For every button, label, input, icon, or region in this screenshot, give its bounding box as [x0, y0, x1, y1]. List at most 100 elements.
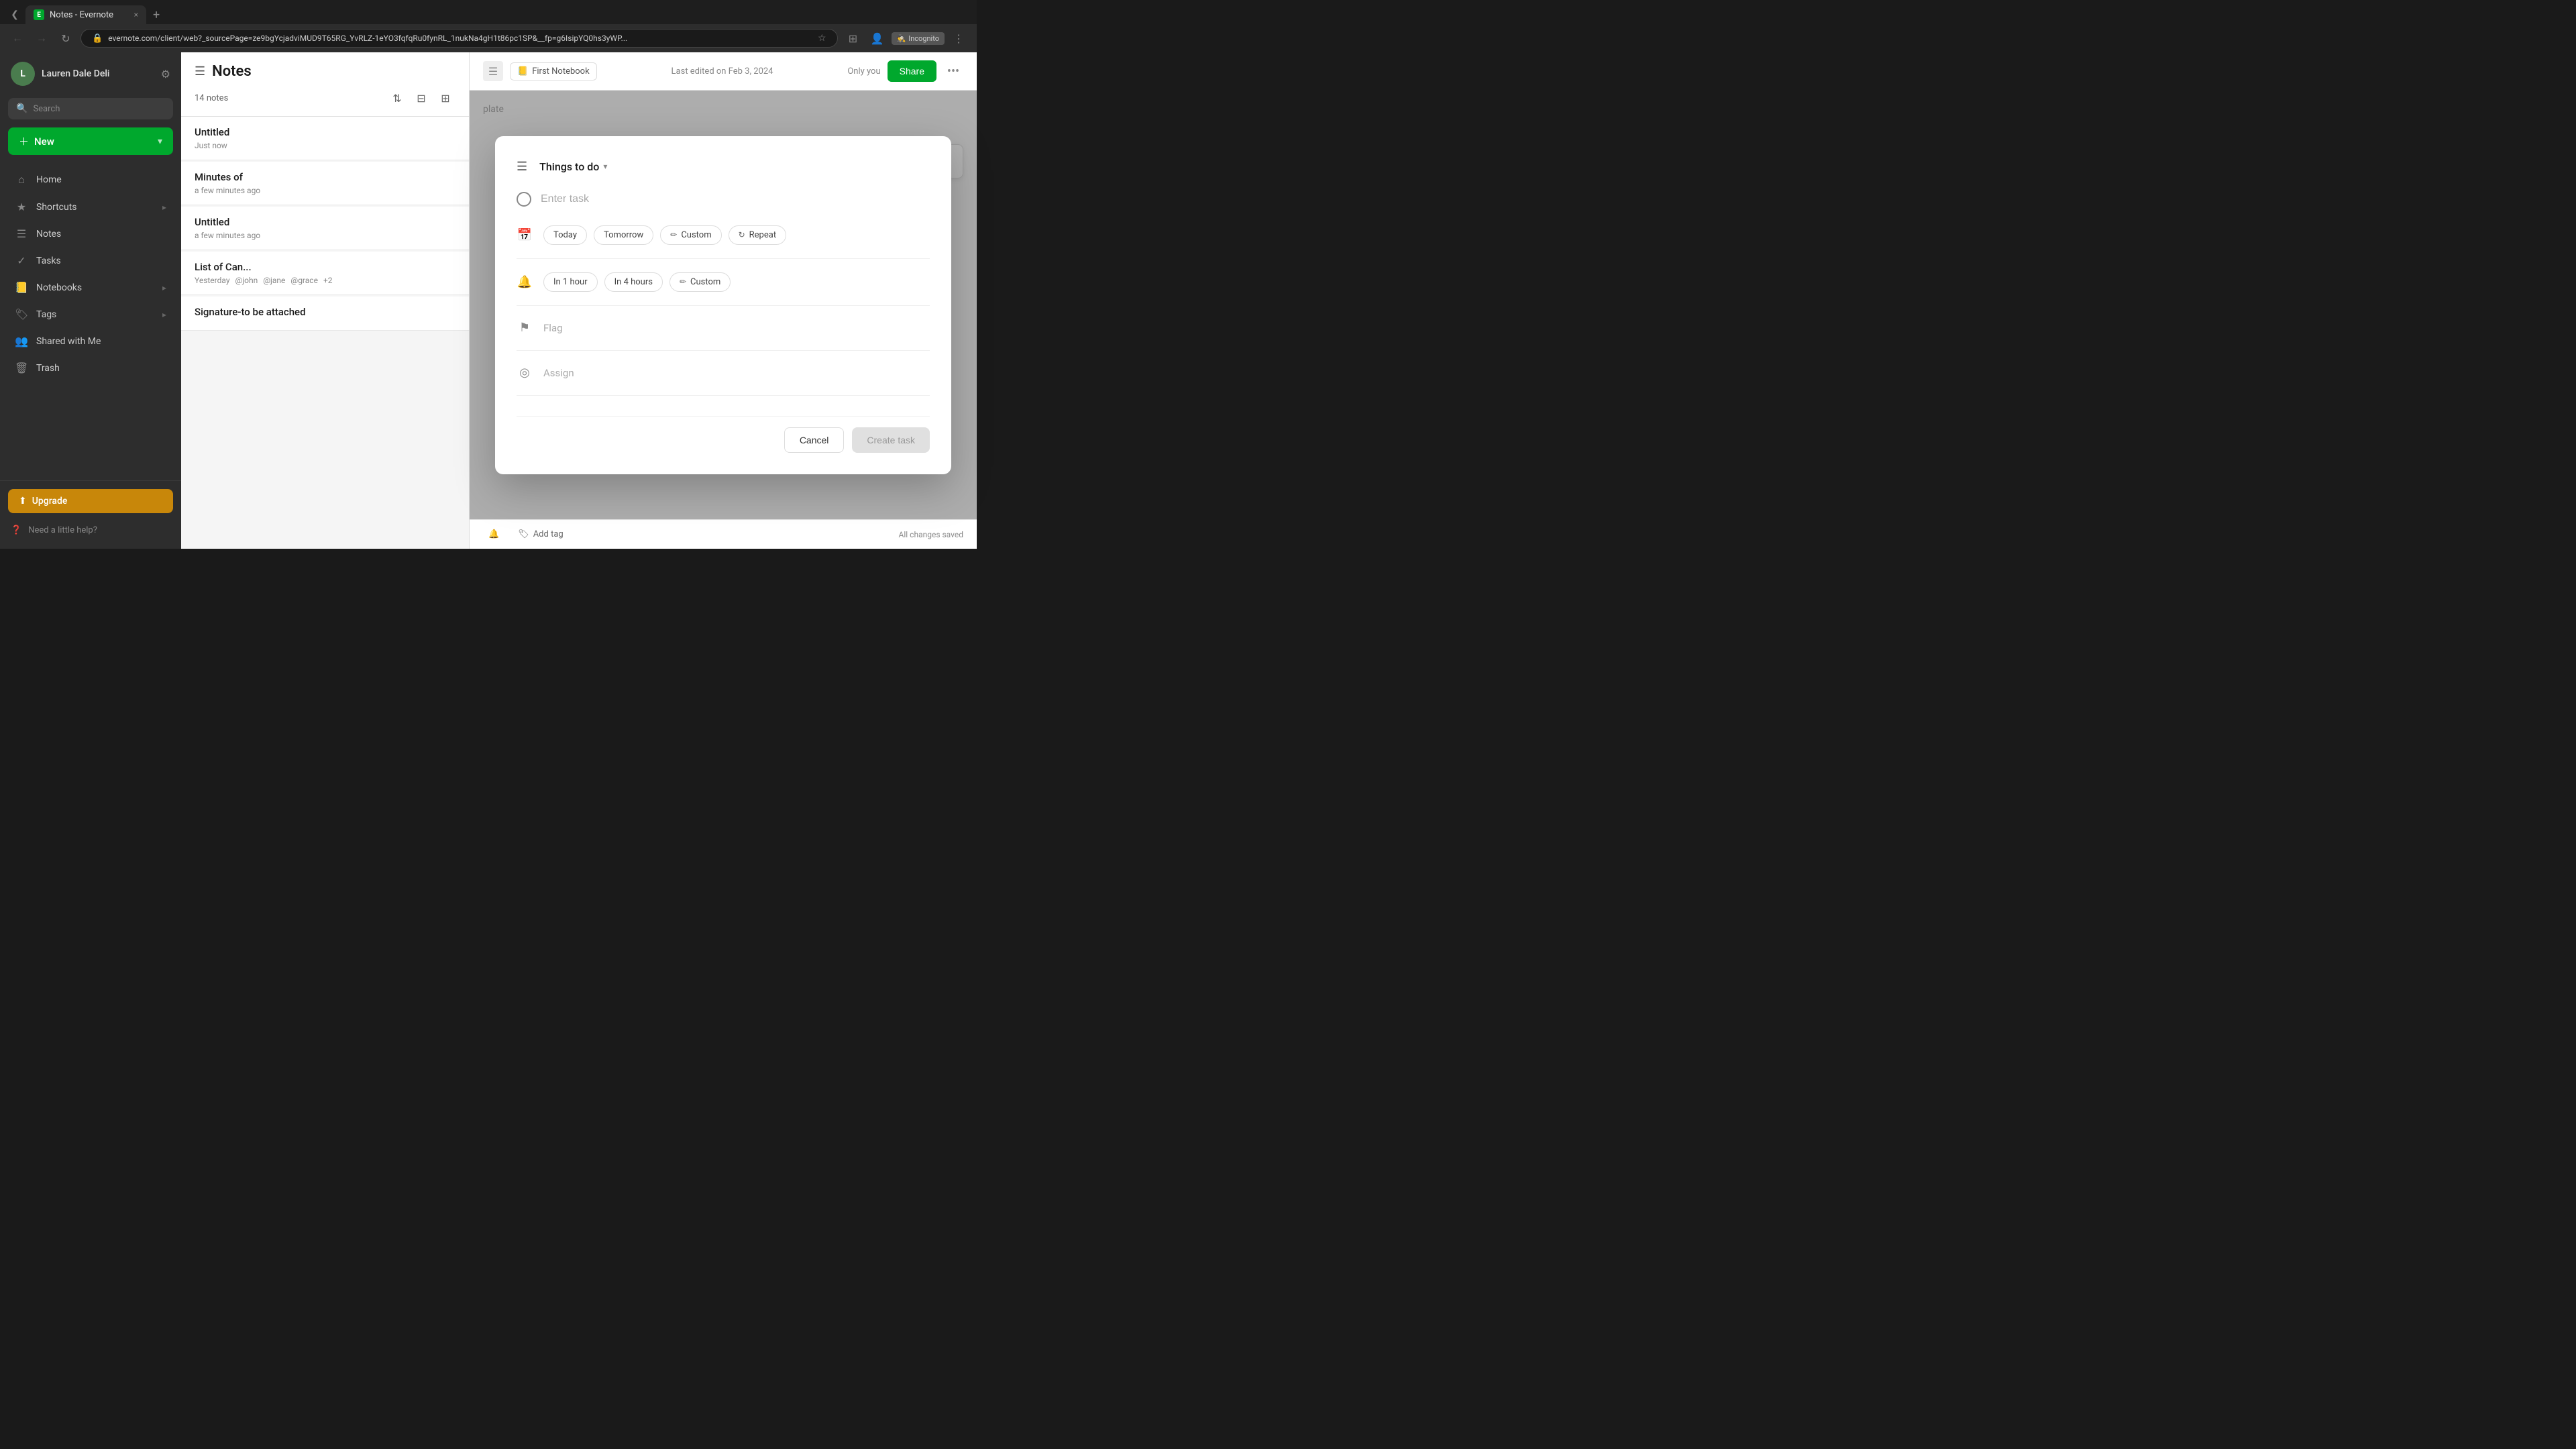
help-button[interactable]: ❓ Need a little help?	[8, 520, 173, 541]
tab-close-button[interactable]: ×	[134, 10, 138, 19]
task-checkbox[interactable]	[517, 192, 531, 207]
tab-favicon: E	[34, 9, 44, 20]
note-item-list-can[interactable]: List of Can... Yesterday @john @jane @gr…	[181, 252, 469, 295]
custom-reminder-chip[interactable]: ✏ Custom	[669, 272, 731, 292]
forward-button[interactable]: →	[32, 29, 51, 48]
more-options-button[interactable]: •••	[943, 61, 963, 81]
notes-panel: ☰ Notes 14 notes ⇅ ⊟ ⊞ Untitled Just now	[181, 52, 470, 549]
add-tag-label: Add tag	[533, 529, 564, 539]
flag-icon: ⚑	[517, 320, 533, 336]
note-item-untitled-1[interactable]: Untitled Just now	[181, 117, 469, 160]
new-tab-button[interactable]: +	[149, 8, 164, 22]
tomorrow-chip[interactable]: Tomorrow	[594, 225, 653, 245]
reminder-section: 🔔 In 1 hour In 4 hours ✏ Custom	[517, 272, 930, 306]
main-header-left: ☰ 📒 First Notebook	[483, 61, 597, 81]
chevron-right-icon-tags: ▸	[162, 310, 166, 319]
profile-button[interactable]: 👤	[867, 28, 888, 48]
assign-placeholder[interactable]: Assign	[543, 367, 574, 379]
note-item-minutes[interactable]: Minutes of a few minutes ago	[181, 162, 469, 205]
note-tag-jane: @jane	[263, 276, 285, 285]
modal-header-icon: ☰	[517, 160, 527, 174]
four-hours-chip[interactable]: In 4 hours	[604, 272, 663, 292]
sidebar-item-label-shortcuts: Shortcuts	[36, 202, 77, 213]
incognito-icon: 🕵	[897, 34, 906, 43]
sidebar-item-home[interactable]: ⌂ Home	[4, 166, 177, 193]
modal-title-selector[interactable]: Things to do ▾	[534, 158, 612, 176]
reload-button[interactable]: ↻	[56, 29, 75, 48]
add-tag-button[interactable]: 🏷 Add tag	[513, 527, 569, 542]
shortcuts-icon: ★	[15, 201, 28, 213]
note-meta: Yesterday @john @jane @grace +2	[195, 276, 455, 285]
sidebar-item-tags[interactable]: 🏷 Tags ▸	[4, 301, 177, 327]
share-button[interactable]: Share	[888, 60, 936, 82]
plus-icon: ＋	[19, 134, 29, 148]
cancel-button[interactable]: Cancel	[784, 427, 845, 453]
date-section: 📅 Today Tomorrow ✏ Custom ↻ Repeat	[517, 225, 930, 259]
notes-list: Untitled Just now Minutes of a few minut…	[181, 117, 469, 549]
main-body: plate ☰ Project plan ☰ Things to do ▾	[470, 91, 977, 519]
calendar-icon: 📅	[517, 227, 533, 243]
add-reminder-button[interactable]: 🔔	[483, 527, 504, 542]
today-chip[interactable]: Today	[543, 225, 587, 245]
toolbar-actions: ⇅ ⊟ ⊞	[387, 88, 455, 108]
note-item-untitled-2[interactable]: Untitled a few minutes ago	[181, 207, 469, 250]
note-tag-grace: @grace	[290, 276, 318, 285]
repeat-icon: ↻	[739, 230, 745, 239]
note-icon-btn[interactable]: ☰	[483, 61, 503, 81]
bell-add-icon: 🔔	[488, 529, 499, 539]
new-button[interactable]: ＋ New ▾	[8, 127, 173, 155]
sidebar-item-notes[interactable]: ☰ Notes	[4, 221, 177, 247]
notebook-badge[interactable]: 📒 First Notebook	[510, 62, 597, 80]
note-title: Untitled	[195, 126, 455, 138]
main-header: ☰ 📒 First Notebook Last edited on Feb 3,…	[470, 52, 977, 91]
custom-reminder-label: Custom	[690, 277, 720, 287]
chevron-right-icon-notebooks: ▸	[162, 283, 166, 292]
note-item-signature[interactable]: Signature-to be attached	[181, 297, 469, 331]
upgrade-icon: ⬆	[19, 496, 27, 506]
sidebar-item-label-trash: Trash	[36, 363, 60, 374]
filter-button[interactable]: ⊟	[411, 88, 431, 108]
note-title: Untitled	[195, 216, 455, 228]
task-input-field[interactable]	[541, 193, 930, 205]
browser-chrome: ❮ E Notes - Evernote × + ← → ↻ 🔒 evernot…	[0, 0, 977, 52]
help-label: Need a little help?	[28, 525, 97, 535]
custom-date-chip[interactable]: ✏ Custom	[660, 225, 721, 245]
modal-title-chevron-icon: ▾	[603, 162, 607, 171]
menu-button[interactable]: ⋮	[949, 28, 969, 48]
settings-icon[interactable]: ⚙	[161, 68, 170, 80]
task-input-row	[517, 192, 930, 207]
address-bar[interactable]: 🔒 evernote.com/client/web?_sourcePage=ze…	[80, 29, 838, 48]
create-task-button[interactable]: Create task	[852, 427, 930, 453]
flag-placeholder[interactable]: Flag	[543, 322, 563, 334]
sidebar-footer: ⬆ Upgrade ❓ Need a little help?	[0, 480, 181, 549]
sidebar-item-shortcuts[interactable]: ★ Shortcuts ▸	[4, 194, 177, 220]
modal-overlay: ☰ Things to do ▾ 📅	[470, 91, 977, 519]
sidebar: L Lauren Dale Deli ⚙ 🔍 Search ＋ New ▾ ⌂ …	[0, 52, 181, 549]
sidebar-header: L Lauren Dale Deli ⚙	[0, 52, 181, 95]
upgrade-button[interactable]: ⬆ Upgrade	[8, 489, 173, 513]
back-button[interactable]: ←	[8, 29, 27, 48]
new-button-arrow-icon: ▾	[158, 136, 162, 147]
sidebar-item-tasks[interactable]: ✓ Tasks	[4, 248, 177, 274]
assign-section: ◎ Assign	[517, 364, 930, 396]
note-meta: Just now	[195, 141, 455, 150]
save-status: All changes saved	[899, 530, 963, 539]
view-button[interactable]: ⊞	[435, 88, 455, 108]
extensions-button[interactable]: ⊞	[843, 28, 863, 48]
active-tab[interactable]: E Notes - Evernote ×	[25, 5, 146, 24]
note-time: Just now	[195, 141, 227, 150]
sidebar-item-notebooks[interactable]: 📒 Notebooks ▸	[4, 274, 177, 301]
new-button-label: New	[34, 136, 54, 148]
bookmark-icon[interactable]: ☆	[818, 33, 826, 44]
sort-button[interactable]: ⇅	[387, 88, 407, 108]
sidebar-item-trash[interactable]: 🗑 Trash	[4, 355, 177, 381]
tab-switcher-button[interactable]: ❮	[7, 7, 23, 23]
sidebar-item-label-home: Home	[36, 174, 62, 185]
search-bar[interactable]: 🔍 Search	[8, 98, 173, 119]
sidebar-item-shared[interactable]: 👥 Shared with Me	[4, 328, 177, 354]
repeat-chip[interactable]: ↻ Repeat	[729, 225, 786, 245]
one-hour-chip[interactable]: In 1 hour	[543, 272, 598, 292]
help-icon: ❓	[11, 525, 21, 535]
avatar[interactable]: L	[11, 62, 35, 86]
username[interactable]: Lauren Dale Deli	[42, 68, 154, 79]
